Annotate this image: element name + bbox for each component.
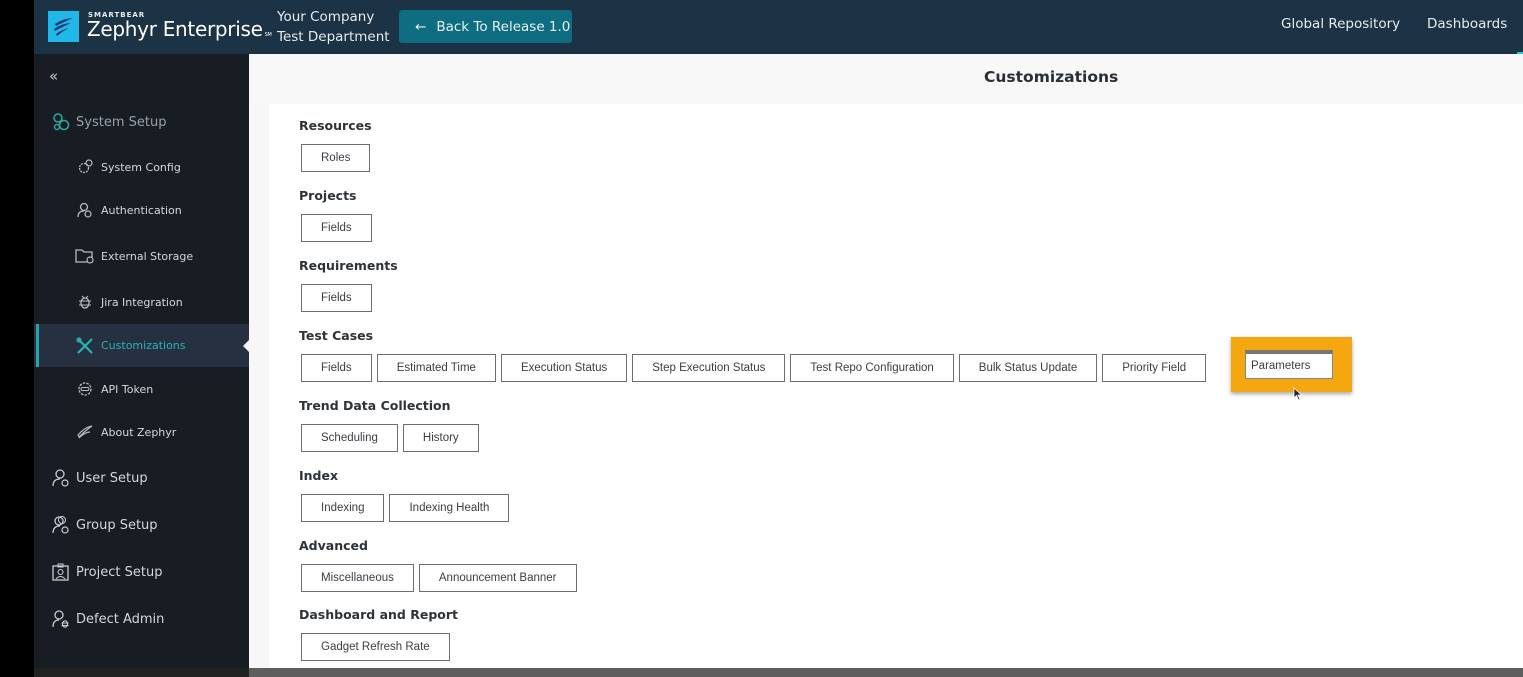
company-info: Your Company Test Department [277, 7, 390, 47]
sidebar-section-label: User Setup [76, 470, 148, 486]
advanced-buttons: Miscellaneous Announcement Banner [301, 564, 577, 592]
gears-icon [50, 111, 72, 133]
sidebar-item-label: External Storage [101, 249, 194, 263]
sidebar-item-about-zephyr[interactable]: About Zephyr [34, 417, 249, 447]
sidebar-item-label: System Config [101, 160, 181, 174]
gear-token-icon [74, 378, 96, 400]
execution-status-button[interactable]: Execution Status [500, 354, 628, 382]
company-name: Your Company [277, 9, 375, 25]
test-repo-configuration-button[interactable]: Test Repo Configuration [790, 354, 954, 382]
section-title-advanced: Advanced [299, 538, 368, 553]
brand-product-name: Zephyr Enterprise SM [87, 17, 272, 41]
index-buttons: Indexing Indexing Health [301, 494, 510, 522]
sidebar-section-system-setup[interactable]: System Setup [34, 107, 249, 137]
section-title-dashboard-report: Dashboard and Report [299, 607, 458, 622]
sidebar-section-label: System Setup [76, 114, 167, 130]
department-name: Test Department [277, 29, 390, 45]
wing-icon [74, 421, 96, 443]
sidebar-item-external-storage[interactable]: External Storage [34, 241, 249, 271]
sidebar-section-label: Project Setup [76, 564, 163, 580]
nav-dashboards[interactable]: Dashboards [1427, 16, 1507, 32]
dashboard-report-buttons: Gadget Refresh Rate [301, 633, 450, 661]
brand-product-text: Zephyr Enterprise [87, 17, 263, 41]
sidebar: « System Setup System Config Authenticat… [34, 54, 250, 668]
test-cases-buttons: Fields Estimated Time Execution Status S… [301, 354, 1207, 382]
section-title-requirements: Requirements [299, 258, 398, 273]
gear-icon [74, 156, 96, 178]
sidebar-section-user-setup[interactable]: User Setup [34, 463, 249, 493]
sidebar-section-label: Group Setup [76, 517, 158, 533]
announcement-banner-button[interactable]: Announcement Banner [418, 564, 577, 592]
collapse-sidebar-icon[interactable]: « [49, 67, 58, 85]
sidebar-section-project-setup[interactable]: Project Setup [34, 557, 249, 587]
section-title-trend-data: Trend Data Collection [299, 398, 451, 413]
mouse-cursor-icon [1293, 386, 1303, 405]
section-title-test-cases: Test Cases [299, 328, 374, 343]
sidebar-item-label: Authentication [101, 203, 182, 217]
bulk-status-update-button[interactable]: Bulk Status Update [958, 354, 1098, 382]
testcase-fields-button[interactable]: Fields [301, 354, 372, 382]
back-to-release-button[interactable]: ← Back To Release 1.0 [399, 10, 572, 43]
horizontal-scrollbar[interactable] [34, 668, 1523, 677]
sidebar-item-label: Customizations [101, 339, 186, 352]
nav-global-repository[interactable]: Global Repository [1281, 16, 1400, 32]
parameters-button[interactable]: Parameters [1245, 350, 1333, 379]
indexing-button[interactable]: Indexing [301, 494, 385, 522]
projects-buttons: Fields [301, 214, 372, 242]
group-gear-icon [50, 514, 72, 536]
page-header: Customizations [249, 54, 1523, 102]
tools-icon [74, 335, 96, 357]
scheduling-button[interactable]: Scheduling [301, 424, 398, 452]
sidebar-section-group-setup[interactable]: Group Setup [34, 510, 249, 540]
resources-buttons: Roles [301, 144, 371, 172]
screen-left-edge [0, 0, 34, 677]
trend-data-buttons: Scheduling History [301, 424, 479, 452]
user-bug-icon [50, 608, 72, 630]
page-title: Customizations [984, 68, 1119, 86]
active-indicator [36, 324, 39, 367]
sidebar-item-system-config[interactable]: System Config [34, 152, 249, 182]
gadget-refresh-rate-button[interactable]: Gadget Refresh Rate [301, 633, 450, 661]
brand-service-mark: SM [264, 32, 272, 38]
project-icon [50, 561, 72, 583]
folder-gear-icon [74, 245, 96, 267]
estimated-time-button[interactable]: Estimated Time [376, 354, 496, 382]
arrow-left-icon: ← [415, 18, 427, 35]
user-check-icon [74, 199, 96, 221]
scrollbar-left-segment [34, 668, 249, 677]
indexing-health-button[interactable]: Indexing Health [389, 494, 510, 522]
requirements-buttons: Fields [301, 284, 372, 312]
sidebar-item-label: API Token [101, 382, 154, 396]
sidebar-item-jira-integration[interactable]: Jira Integration [34, 287, 249, 317]
sidebar-item-customizations[interactable]: Customizations [34, 324, 250, 367]
user-gear-icon [50, 467, 72, 489]
section-title-resources: Resources [299, 118, 372, 133]
step-execution-status-button[interactable]: Step Execution Status [632, 354, 786, 382]
project-fields-button[interactable]: Fields [301, 214, 372, 242]
top-bar: SMARTBEAR Zephyr Enterprise SM Your Compa… [34, 0, 1523, 55]
sidebar-section-label: Defect Admin [76, 611, 165, 627]
sidebar-item-api-token[interactable]: API Token [34, 374, 249, 404]
roles-button[interactable]: Roles [301, 144, 371, 172]
zephyr-logo-icon[interactable] [48, 11, 79, 42]
miscellaneous-button[interactable]: Miscellaneous [301, 564, 414, 592]
bug-icon [74, 291, 96, 313]
section-title-projects: Projects [299, 188, 357, 203]
sidebar-item-label: Jira Integration [101, 295, 183, 309]
history-button[interactable]: History [402, 424, 479, 452]
sidebar-item-authentication[interactable]: Authentication [34, 195, 249, 225]
section-title-index: Index [299, 468, 339, 483]
back-button-label: Back To Release 1.0 [436, 18, 571, 35]
sidebar-item-label: About Zephyr [101, 425, 177, 439]
sidebar-section-defect-admin[interactable]: Defect Admin [34, 604, 249, 634]
requirement-fields-button[interactable]: Fields [301, 284, 372, 312]
priority-field-button[interactable]: Priority Field [1102, 354, 1207, 382]
